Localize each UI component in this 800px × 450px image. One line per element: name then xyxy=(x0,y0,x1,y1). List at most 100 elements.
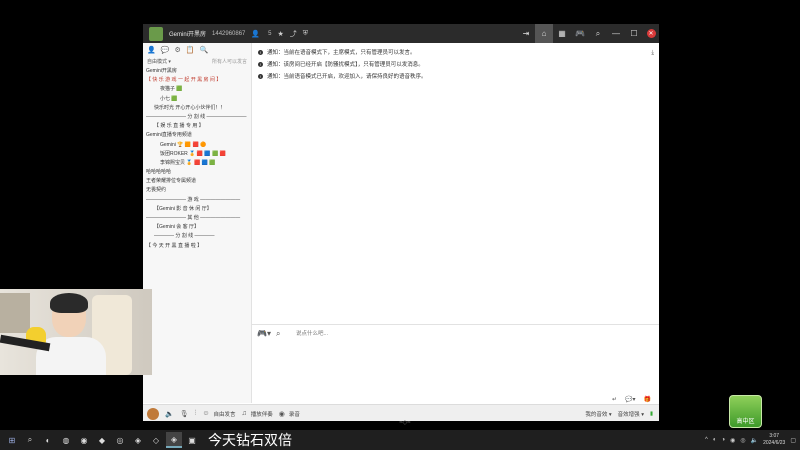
app-icon[interactable]: ◈ xyxy=(166,432,182,448)
close-icon: ✕ xyxy=(646,29,656,38)
tray-app-icon[interactable]: ◑ xyxy=(721,437,725,443)
channel-divider[interactable]: ———— 分 割 线 ———— xyxy=(146,232,251,241)
input-actions: ↵ 💬▾ 🎁 xyxy=(612,396,651,403)
equalizer-icon[interactable]: ⫶ xyxy=(195,410,197,418)
channel-item[interactable]: Gemini开黑房 xyxy=(146,67,251,76)
channel-item[interactable]: 【Gemini 会 客 厅】 xyxy=(146,223,251,232)
stream-caption: 今天钻石双倍 xyxy=(208,432,292,448)
notice-icon: ! xyxy=(258,73,263,79)
channel-item[interactable]: 快乐时光 开心开心小伙伴们！！ xyxy=(146,104,251,113)
emoji-icon[interactable]: 🎮▾ xyxy=(257,329,271,339)
list-icon[interactable]: 📋 xyxy=(186,46,195,54)
stream-badge: 高中区 xyxy=(729,395,762,428)
channel-member[interactable]: 夜猫子 🟩 xyxy=(146,85,251,94)
channel-divider[interactable]: ———————— 其 他 ———————— xyxy=(146,214,251,223)
sound-effect-select[interactable]: 我的音效 ▾ xyxy=(585,410,611,418)
clock[interactable]: 3:07 2024/6/23 xyxy=(763,433,785,447)
online-count: 5 xyxy=(268,30,272,37)
home-icon[interactable]: ⌂ xyxy=(535,24,553,43)
room-avatar[interactable] xyxy=(149,26,163,41)
pin-icon[interactable]: ⌕ xyxy=(589,24,607,43)
message-panel: ! 通知：当前在语音模式下，主席模式，只有管理员可以发言。 ! 通知：该房间已经… xyxy=(252,43,659,324)
channel-sidebar: 👤 💬 ⚙ 📋 🔍 自由模式 ▾ 所有人可以发言 Gemini开黑房 【 快 乐… xyxy=(143,43,252,403)
chat-app-window: Gemini开黑房 1442960867 👤 5 ★ ⤴ ⛨ ⇥ ⌂ ▦ 🎮 ⌕… xyxy=(143,24,659,421)
message-text: 通知：当前语音模式已开启，欢迎加入，请保持良好的语音秩序。 xyxy=(267,74,427,80)
steam-icon[interactable]: ◎ xyxy=(112,432,128,448)
enhance-select[interactable]: 音效增强 ▾ xyxy=(618,410,644,418)
mode-select[interactable]: 自由模式 ▾ xyxy=(147,58,171,65)
wechat-icon[interactable]: ◍ xyxy=(58,432,74,448)
microphone-icon[interactable]: 🎙 xyxy=(180,410,189,418)
speaker-icon[interactable]: 🔈 xyxy=(165,410,174,418)
message-text: 通知：该房间已经开启【防骚扰模式】，只有管理员可以发消息。 xyxy=(267,62,424,68)
tray-volume-icon[interactable]: 🔈 xyxy=(751,437,758,444)
tray-app-icon[interactable]: ◎ xyxy=(740,437,745,444)
chat-input[interactable] xyxy=(296,329,596,389)
app-icon[interactable]: ◈ xyxy=(130,432,146,448)
bottom-right-controls: 我的音效 ▾ 音效增强 ▾ ▮ xyxy=(585,405,653,421)
edge-icon[interactable]: ◐ xyxy=(40,432,56,448)
gift-icon[interactable]: 🎁 xyxy=(644,396,651,403)
channel-item[interactable]: 【Gemini 影 音 休 闲 厅】 xyxy=(146,205,251,214)
channel-item[interactable]: 哈哈哈哈哈 xyxy=(146,168,251,177)
channel-item[interactable]: 【 快 乐 游 戏 一 起 开 黑 房 间 】 xyxy=(146,76,251,85)
star-icon[interactable]: ★ xyxy=(277,30,283,38)
record-icon[interactable]: ◉ xyxy=(279,410,285,418)
sidebar-tabs: 👤 💬 ⚙ 📋 🔍 xyxy=(143,43,251,57)
search-icon[interactable]: 🔍 xyxy=(199,46,208,54)
history-icon[interactable]: ⌕ xyxy=(276,329,280,339)
channel-divider[interactable]: ———————— 游 戏 ———————— xyxy=(146,196,251,205)
chat-input-area: 🎮▾ ⌕ ↵ 💬▾ 🎁 xyxy=(252,324,659,405)
channel-item[interactable]: 无畏契约 xyxy=(146,186,251,195)
message-text: 通知：当前在语音模式下，主席模式，只有管理员可以发言。 xyxy=(267,50,416,56)
tray-app-icon[interactable]: ◉ xyxy=(730,437,735,444)
app-icon[interactable]: ◇ xyxy=(148,432,164,448)
grid-icon[interactable]: ▦ xyxy=(553,24,571,43)
send-options-icon[interactable]: 💬▾ xyxy=(625,396,635,403)
input-toolbar: 🎮▾ ⌕ xyxy=(257,329,280,339)
channel-divider[interactable]: ———————— 分 割 线 ———————— xyxy=(146,113,251,122)
scroll-down-icon[interactable]: ⤓ xyxy=(651,50,654,57)
settings-icon[interactable]: ⚙ xyxy=(174,46,180,54)
gamepad-icon[interactable]: 🎮 xyxy=(571,24,589,43)
channel-item[interactable]: 【 今 天 开 黑 直 播 啦 】 xyxy=(146,242,251,251)
free-speech-icon[interactable]: ☺ xyxy=(202,410,209,417)
tray-chevron-icon[interactable]: ^ xyxy=(705,437,708,443)
free-speech-button[interactable]: 自由发言 xyxy=(214,410,236,418)
tray-app-icon[interactable]: ◐ xyxy=(713,437,717,443)
notice-icon: ! xyxy=(258,61,263,67)
accompaniment-button[interactable]: 播放伴奏 xyxy=(251,410,273,418)
chrome-icon[interactable]: ◉ xyxy=(76,432,92,448)
badge-text: 高中区 xyxy=(736,419,755,425)
channel-member[interactable]: 小七 🟩 xyxy=(146,95,251,104)
channel-tree: Gemini开黑房 【 快 乐 游 戏 一 起 开 黑 房 间 】 夜猫子 🟩 … xyxy=(143,67,251,251)
app-icon[interactable]: ▣ xyxy=(184,432,200,448)
close-button[interactable]: ✕ xyxy=(643,24,659,43)
channel-item[interactable]: Gemini直播专用频道 xyxy=(146,131,251,140)
share-icon[interactable]: ⤴ xyxy=(290,29,297,39)
system-message: ! 通知：该房间已经开启【防骚扰模式】，只有管理员可以发消息。 xyxy=(258,61,659,68)
mode-row: 自由模式 ▾ 所有人可以发言 xyxy=(143,57,251,67)
channel-item[interactable]: 王者荣耀排位专属频道 xyxy=(146,177,251,186)
maximize-icon[interactable]: ☐ xyxy=(625,24,643,43)
channel-member[interactable]: Gemini 🏆 🟧 🟥 🟠 xyxy=(146,141,251,150)
channel-member[interactable]: 饭团ROKER 🏅 🟥 🟦 🟩 🟥 xyxy=(146,150,251,159)
record-button[interactable]: 录音 xyxy=(289,410,300,418)
my-avatar[interactable] xyxy=(147,407,159,420)
channel-item[interactable]: 【 娱 乐 直 播 专 用 】 xyxy=(146,122,251,131)
channel-member[interactable]: 李锦熙宝贝 🏅 🟥 🟦 🟩 xyxy=(146,159,251,168)
clock-date: 2024/6/23 xyxy=(763,440,786,446)
app-icon[interactable]: ◆ xyxy=(94,432,110,448)
notification-icon[interactable]: ▢ xyxy=(790,437,796,444)
mode-description: 所有人可以发言 xyxy=(211,59,247,65)
taskbar-search-icon[interactable]: ⌕ xyxy=(22,432,38,448)
minimize-icon[interactable]: — xyxy=(607,24,625,43)
system-tray: ^ ◐ ◑ ◉ ◎ 🔈 3:07 2024/6/23 ▢ xyxy=(705,430,796,450)
exit-room-icon[interactable]: ⇥ xyxy=(517,24,535,43)
shield-icon[interactable]: ⛨ xyxy=(303,30,308,38)
send-shortcut-icon[interactable]: ↵ xyxy=(612,396,617,403)
accompaniment-icon[interactable]: ♫ xyxy=(242,410,247,417)
chat-icon[interactable]: 💬 xyxy=(161,46,170,54)
windows-start-icon[interactable]: ⊞ xyxy=(4,432,20,448)
user-icon[interactable]: 👤 xyxy=(147,46,156,54)
